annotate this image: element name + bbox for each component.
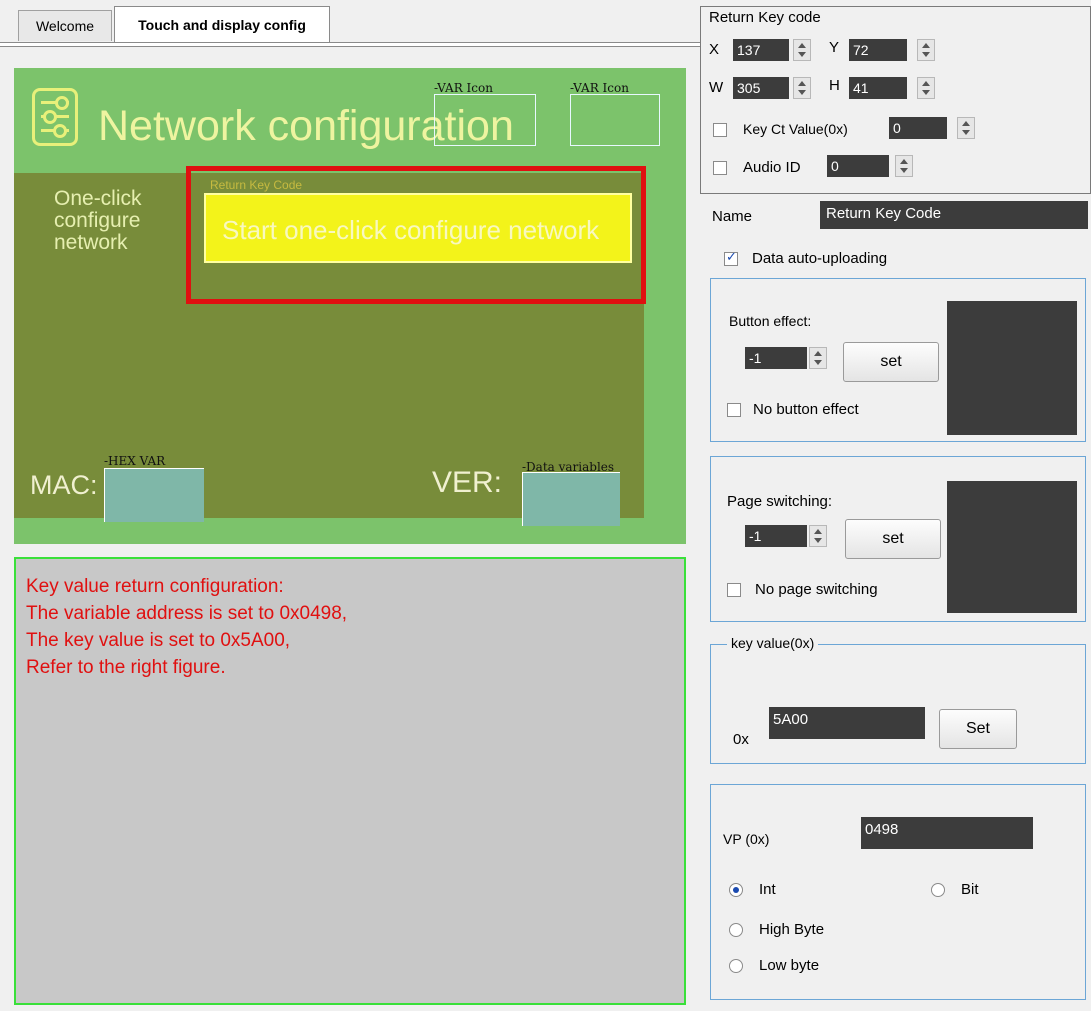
button-effect-field[interactable]: -1 (745, 347, 807, 369)
start-config-button[interactable]: Start one-click configure network (204, 193, 632, 263)
ver-data-var-box[interactable] (522, 472, 620, 526)
key-value-legend: key value(0x) (727, 635, 819, 651)
int-radio[interactable] (729, 883, 743, 897)
no-button-effect-checkbox[interactable] (727, 403, 741, 417)
data-auto-uploading-checkbox[interactable] (724, 250, 738, 266)
start-config-button-text: Start one-click configure network (222, 215, 600, 245)
w-label: W (709, 79, 724, 96)
key-ct-field[interactable]: 0 (889, 117, 947, 139)
key-value-set-button[interactable]: Set (939, 709, 1017, 749)
key-value-field[interactable]: 5A00 (769, 707, 925, 739)
button-effect-spinner[interactable] (809, 347, 827, 369)
page-switching-preview (947, 481, 1077, 613)
note-line: Refer to the right figure. (26, 657, 226, 678)
tab-divider (0, 42, 700, 47)
button-effect-preview (947, 301, 1077, 435)
vp-label: VP (0x) (723, 831, 770, 847)
low-byte-radio-label: Low byte (759, 957, 820, 974)
tab-welcome[interactable]: Welcome (18, 10, 112, 41)
note-line: The key value is set to 0x5A00, (26, 630, 291, 651)
var-icon-box[interactable] (434, 94, 536, 146)
h-label: H (829, 77, 840, 94)
audio-id-field[interactable]: 0 (827, 155, 889, 177)
audio-id-checkbox[interactable] (713, 161, 727, 175)
note-line: Key value return configuration: (26, 576, 284, 597)
var-icon-label: -VAR Icon (570, 81, 629, 95)
no-page-switching-checkbox[interactable] (727, 583, 741, 597)
low-byte-radio[interactable] (729, 959, 743, 973)
page-switching-label: Page switching: (727, 493, 833, 510)
mac-hex-var-box[interactable] (104, 468, 204, 522)
screen-preview[interactable]: Network configuration -VAR Icon -VAR Ico… (14, 68, 686, 544)
w-spinner[interactable] (793, 77, 811, 99)
var-icon-label: -VAR Icon (434, 81, 493, 95)
h-field[interactable]: 41 (849, 77, 907, 99)
h-spinner[interactable] (917, 77, 935, 99)
settings-sliders-icon (32, 88, 78, 146)
y-label: Y (829, 39, 840, 56)
x-label: X (709, 41, 720, 58)
bit-radio[interactable] (931, 883, 945, 897)
page-switching-spinner[interactable] (809, 525, 827, 547)
button-effect-set-button[interactable]: set (843, 342, 939, 382)
tab-touch-display-config[interactable]: Touch and display config (114, 6, 330, 43)
no-page-switching-label: No page switching (755, 581, 878, 598)
key-ct-spinner[interactable] (957, 117, 975, 139)
page-switching-group: Page switching: -1 set No page switching (710, 456, 1086, 622)
panel-header: Return Key code (709, 9, 821, 26)
var-icon-box[interactable] (570, 94, 660, 146)
key-value-group: key value(0x) 0x 5A00 Set (710, 635, 1086, 764)
data-auto-uploading-label: Data auto-uploading (752, 250, 888, 267)
key-value-prefix: 0x (733, 731, 749, 748)
high-byte-radio-label: High Byte (759, 921, 825, 938)
key-ct-checkbox[interactable] (713, 123, 727, 137)
note-line: The variable address is set to 0x0498, (26, 603, 348, 624)
no-button-effect-label: No button effect (753, 401, 859, 418)
w-field[interactable]: 305 (733, 77, 789, 99)
hex-var-label: -HEX VAR (104, 454, 166, 468)
bit-radio-label: Bit (961, 881, 979, 898)
return-key-code-overlay-label: Return Key Code (210, 178, 303, 192)
int-radio-label: Int (759, 881, 776, 898)
audio-id-label: Audio ID (743, 159, 801, 176)
key-ct-label: Key Ct Value(0x) (743, 121, 848, 137)
ver-label: VER: (432, 466, 503, 499)
x-field[interactable]: 137 (733, 39, 789, 61)
name-label: Name (712, 208, 753, 225)
name-field[interactable]: Return Key Code (820, 201, 1088, 229)
note-panel: Key value return configuration: The vari… (14, 557, 686, 1005)
mac-label: MAC: (30, 470, 98, 500)
vp-group: VP (0x) 0498 Int Bit High Byte Low byte (710, 784, 1086, 1000)
button-effect-label: Button effect: (729, 313, 812, 329)
high-byte-radio[interactable] (729, 923, 743, 937)
tab-bar: Welcome Touch and display config (0, 0, 700, 48)
button-effect-group: Button effect: -1 set No button effect (710, 278, 1086, 442)
page-switching-field[interactable]: -1 (745, 525, 807, 547)
vp-field[interactable]: 0498 (861, 817, 1033, 849)
one-click-label: One-click configure network (54, 187, 142, 254)
audio-id-spinner[interactable] (895, 155, 913, 177)
x-spinner[interactable] (793, 39, 811, 61)
page-switching-set-button[interactable]: set (845, 519, 941, 559)
return-key-properties: Return Key code X 137 Y 72 W 305 H 41 Ke… (700, 6, 1091, 194)
y-field[interactable]: 72 (849, 39, 907, 61)
y-spinner[interactable] (917, 39, 935, 61)
